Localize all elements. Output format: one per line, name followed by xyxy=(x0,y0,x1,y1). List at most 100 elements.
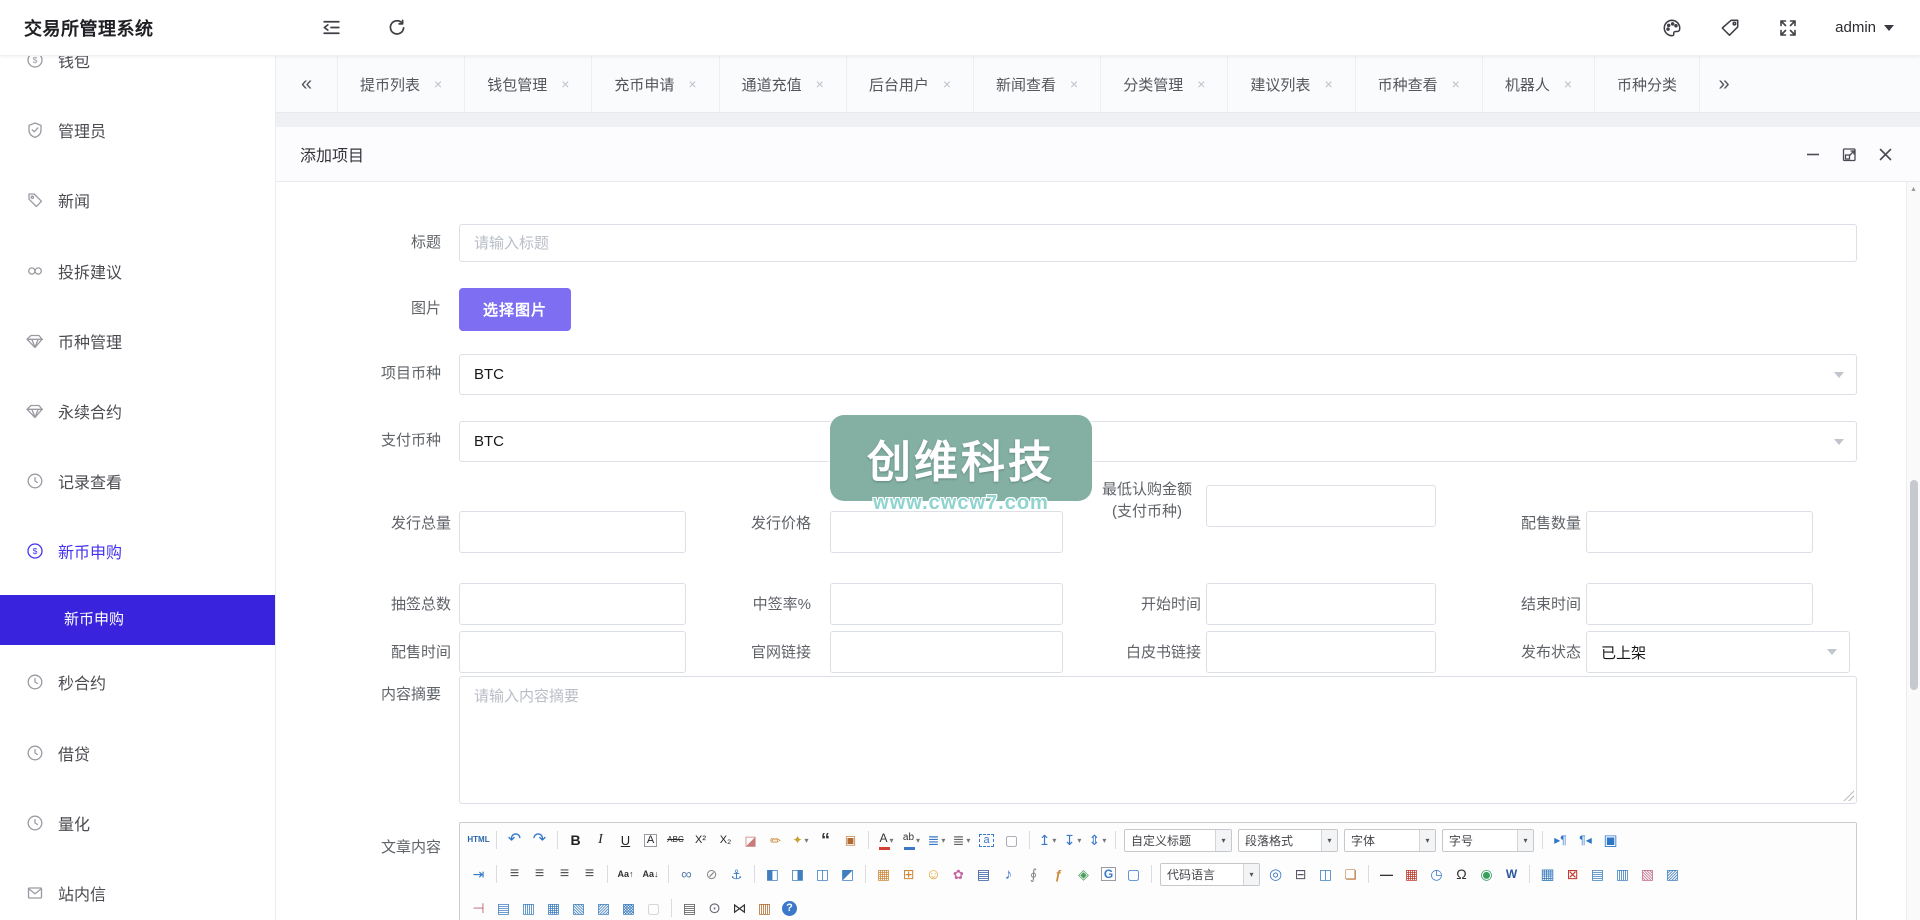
sidebar-item-记录查看[interactable]: 记录查看 xyxy=(0,468,275,494)
tab-分类管理[interactable]: 分类管理 × xyxy=(1101,56,1229,112)
superscript-icon[interactable]: X² xyxy=(689,828,712,852)
merge-cells-icon[interactable]: ▧ xyxy=(567,896,590,920)
project-coin-select[interactable]: BTC xyxy=(459,354,1857,395)
tabs-scroll-right-icon[interactable]: » xyxy=(1700,56,1748,112)
publish-status-select[interactable]: 已上架 xyxy=(1586,631,1850,673)
theme-palette-icon[interactable] xyxy=(1661,17,1683,39)
code-block-icon[interactable]: ⊟ xyxy=(1289,862,1312,886)
sidebar-item-量化[interactable]: 量化 xyxy=(0,810,275,836)
fullscreen-icon[interactable] xyxy=(1777,17,1799,39)
tab-钱包管理[interactable]: 钱包管理 × xyxy=(465,56,593,112)
auto-typeset-icon[interactable]: a xyxy=(975,828,998,852)
tab-通道充值[interactable]: 通道充值 × xyxy=(720,56,847,112)
paste-as-text-icon[interactable]: ▣ xyxy=(839,828,862,852)
image-center-icon[interactable]: ◫ xyxy=(811,862,834,886)
tab-提币列表[interactable]: 提币列表 × xyxy=(338,56,466,112)
font-size-up-icon[interactable]: Aa↑ xyxy=(614,862,637,886)
sidebar-item-币种管理[interactable]: 币种管理 xyxy=(0,328,275,354)
page-break-icon[interactable]: ▢ xyxy=(1122,862,1145,886)
insert-image-icon[interactable]: ▦ xyxy=(872,862,895,886)
delete-col-icon[interactable]: ⊣ xyxy=(467,896,490,920)
word-import-icon[interactable]: W xyxy=(1500,862,1523,886)
title-input[interactable] xyxy=(459,224,1857,262)
sidebar-item-投拆建议[interactable]: 投拆建议 xyxy=(0,258,275,284)
tag-icon[interactable] xyxy=(1719,17,1741,39)
issue-price-input[interactable] xyxy=(830,511,1063,553)
underline-icon[interactable]: U xyxy=(614,828,637,852)
tab-close-icon[interactable]: × xyxy=(943,77,951,91)
margin-bottom-icon[interactable]: ↧ ▾ xyxy=(1061,828,1084,852)
google-map-icon[interactable]: G xyxy=(1097,862,1120,886)
sidebar-item-站内信[interactable]: 站内信 xyxy=(0,880,275,906)
tab-close-icon[interactable]: × xyxy=(1452,77,1460,91)
strikethrough-icon[interactable]: ABC xyxy=(664,828,687,852)
cell-props-icon[interactable]: ▥ xyxy=(1611,862,1634,886)
tab-后台用户[interactable]: 后台用户 × xyxy=(847,56,975,112)
line-height-icon[interactable]: ⇕ ▾ xyxy=(1086,828,1109,852)
image-right-icon[interactable]: ◩ xyxy=(836,862,859,886)
split-layout-icon[interactable]: ◫ xyxy=(1314,862,1337,886)
margin-top-icon[interactable]: ↥ ▾ xyxy=(1036,828,1059,852)
paste-icon[interactable]: ▥ xyxy=(753,896,776,920)
sidebar-item-钱包[interactable]: $ 钱包 xyxy=(0,56,275,73)
delete-row-icon[interactable]: ▦ xyxy=(542,896,565,920)
tab-close-icon[interactable]: × xyxy=(816,77,824,91)
scrollbar-thumb[interactable] xyxy=(1910,480,1918,690)
tab-close-icon[interactable]: × xyxy=(1197,77,1205,91)
tab-币种分类[interactable]: 币种分类 xyxy=(1595,56,1701,112)
code-language-select[interactable]: 代码语言 ▾ xyxy=(1160,862,1260,886)
win-rate-input[interactable] xyxy=(830,583,1063,625)
tab-close-icon[interactable]: × xyxy=(1070,77,1078,91)
fullscreen-editor-icon[interactable]: ▣ xyxy=(1599,828,1622,852)
auto-clean-icon[interactable]: ✦ ▾ xyxy=(789,828,812,852)
align-right-icon[interactable]: ≡ xyxy=(553,862,576,886)
refresh-icon[interactable] xyxy=(386,17,408,39)
font-size-select[interactable]: 字号 ▾ xyxy=(1442,828,1534,852)
pay-coin-select[interactable]: BTC xyxy=(459,421,1857,462)
tab-close-icon[interactable]: × xyxy=(1324,77,1332,91)
tab-close-icon[interactable]: × xyxy=(1564,77,1572,91)
insert-music-icon[interactable]: ♪ xyxy=(997,862,1020,886)
tabs-scroll-left-icon[interactable]: « xyxy=(276,56,338,112)
insert-video-icon[interactable]: ▤ xyxy=(972,862,995,886)
unlink-icon[interactable]: ⊘ xyxy=(700,862,723,886)
table-extra-icon[interactable]: ▢ xyxy=(642,896,665,920)
ltr-paragraph-icon[interactable]: ▸¶ xyxy=(1549,828,1572,852)
redo-icon[interactable]: ↷ xyxy=(528,828,551,852)
font-style-icon[interactable]: A xyxy=(639,828,662,852)
choose-image-button[interactable]: 选择图片 xyxy=(459,288,571,331)
custom-heading-select[interactable]: 自定义标题 ▾ xyxy=(1124,828,1232,852)
insert-col-left-icon[interactable]: ▧ xyxy=(1636,862,1659,886)
sidebar-item-管理员[interactable]: 管理员 xyxy=(0,117,275,143)
scrollbar-up-arrow[interactable]: ▲ xyxy=(1907,186,1920,193)
split-cell-rows-icon[interactable]: ▨ xyxy=(592,896,615,920)
anchor-icon[interactable]: ⚓ xyxy=(725,862,748,886)
image-left-icon[interactable]: ◧ xyxy=(761,862,784,886)
tab-建议列表[interactable]: 建议列表 × xyxy=(1228,56,1356,112)
split-cell-cols-icon[interactable]: ▩ xyxy=(617,896,640,920)
sidebar-item-借贷[interactable]: 借贷 xyxy=(0,740,275,766)
indent-icon[interactable]: ⇥ xyxy=(467,862,490,886)
whitepaper-input[interactable] xyxy=(1206,631,1436,673)
tab-close-icon[interactable]: × xyxy=(561,77,569,91)
screenshot-icon[interactable]: ❏ xyxy=(1339,862,1362,886)
attachment-icon[interactable]: ∮ xyxy=(1022,862,1045,886)
sidebar-subitem-新币申购[interactable]: 新币申购 xyxy=(0,595,275,645)
font-family-select[interactable]: 字体 ▾ xyxy=(1344,828,1436,852)
eraser-icon[interactable]: ◪ xyxy=(739,828,762,852)
sidebar-item-新币申购[interactable]: $ 新币申购 xyxy=(0,538,275,564)
insert-date-icon[interactable]: ▦ xyxy=(1400,862,1423,886)
search-replace-icon[interactable]: ⋈ xyxy=(728,896,751,920)
table-props-icon[interactable]: ▤ xyxy=(1586,862,1609,886)
min-subscribe-input[interactable] xyxy=(1206,485,1436,527)
align-left-icon[interactable]: ≡ xyxy=(503,862,526,886)
horizontal-rule-icon[interactable]: — xyxy=(1375,862,1398,886)
user-menu[interactable]: admin xyxy=(1835,19,1894,36)
summary-textarea[interactable] xyxy=(459,676,1857,804)
lottery-total-input[interactable] xyxy=(459,583,686,625)
font-size-down-icon[interactable]: Aa↓ xyxy=(639,862,662,886)
background-color-icon[interactable]: ab ▾ xyxy=(900,828,923,852)
insert-time-icon[interactable]: ◷ xyxy=(1425,862,1448,886)
align-justify-icon[interactable]: ≡ xyxy=(578,862,601,886)
undo-icon[interactable]: ↶ xyxy=(503,828,526,852)
